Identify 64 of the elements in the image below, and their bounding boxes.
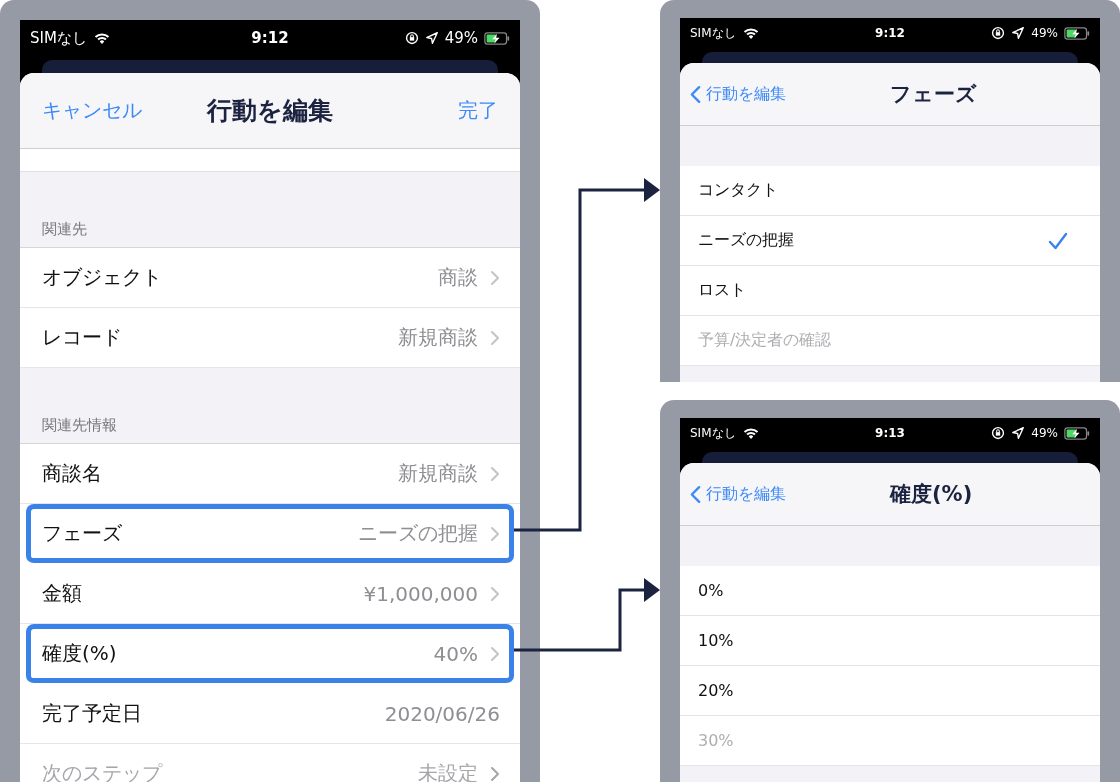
- clock-time: 9:12: [875, 26, 905, 40]
- option-label: コンタクト: [698, 180, 778, 201]
- chevron-left-icon: [690, 484, 701, 504]
- row-value: ニーズの把握: [358, 520, 478, 547]
- battery-percent: 49%: [1031, 426, 1058, 440]
- option-label: ニーズの把握: [698, 230, 794, 251]
- option-label: 30%: [698, 731, 734, 750]
- option-label: 20%: [698, 681, 734, 700]
- clock-time: 9:12: [251, 29, 289, 47]
- location-arrow-icon: [1011, 426, 1026, 440]
- row-label: 確度(%): [42, 640, 117, 667]
- location-arrow-icon: [1011, 26, 1026, 40]
- option-label: 0%: [698, 581, 724, 600]
- row-value: 未設定: [418, 760, 478, 782]
- row-label: 完了予定日: [42, 700, 142, 727]
- carrier-label: SIMなし: [30, 28, 87, 48]
- option-row[interactable]: 0%: [680, 566, 1100, 616]
- clock-time: 9:13: [875, 426, 905, 440]
- nav-title: フェーズ: [890, 81, 977, 108]
- wifi-icon: [741, 26, 760, 40]
- orientation-lock-icon: [404, 31, 419, 45]
- chevron-left-icon: [690, 84, 701, 104]
- section-header: 関連先: [42, 220, 87, 239]
- option-label: 10%: [698, 631, 734, 650]
- row-value: 2020/06/26: [384, 701, 500, 726]
- orientation-lock-icon: [991, 426, 1006, 440]
- location-arrow-icon: [424, 31, 439, 45]
- row-value: 40%: [433, 641, 478, 666]
- row-label: フェーズ: [42, 520, 122, 547]
- section-header: 関連先情報: [42, 416, 117, 435]
- row-label: 金額: [42, 580, 82, 607]
- nav-title: 確度(%): [890, 481, 973, 508]
- carrier-label: SIMなし: [690, 424, 736, 442]
- list-row[interactable]: オブジェクト 商談: [20, 248, 520, 308]
- carrier-label: SIMなし: [690, 24, 736, 42]
- list-row[interactable]: 商談名 新規商談: [20, 444, 520, 504]
- row-label: レコード: [42, 324, 122, 351]
- battery-percent: 49%: [1031, 26, 1058, 40]
- nav-title: 行動を編集: [207, 95, 333, 127]
- highlighted-row[interactable]: 確度(%) 40%: [26, 624, 514, 684]
- row-value: ¥1,000,000: [363, 581, 478, 606]
- battery-charging-icon: [1064, 426, 1090, 440]
- list-row[interactable]: レコード 新規商談: [20, 308, 520, 368]
- wifi-icon: [92, 31, 111, 45]
- row-value: 商談: [438, 264, 478, 291]
- option-label: 予算/決定者の確認: [698, 330, 832, 351]
- list-row[interactable]: 金額 ¥1,000,000: [20, 564, 520, 624]
- list-row[interactable]: 完了予定日 2020/06/26: [20, 684, 520, 744]
- row-value: 新規商談: [398, 460, 478, 487]
- row-value: 新規商談: [398, 324, 478, 351]
- option-row[interactable]: ロスト: [680, 266, 1100, 316]
- battery-percent: 49%: [444, 29, 478, 47]
- option-row[interactable]: コンタクト: [680, 166, 1100, 216]
- option-row[interactable]: 20%: [680, 666, 1100, 716]
- wifi-icon: [741, 426, 760, 440]
- battery-charging-icon: [1064, 26, 1090, 40]
- highlighted-row[interactable]: フェーズ ニーズの把握: [26, 504, 514, 564]
- option-row[interactable]: ニーズの把握: [680, 216, 1100, 266]
- row-label: オブジェクト: [42, 264, 162, 291]
- orientation-lock-icon: [991, 26, 1006, 40]
- option-label: ロスト: [698, 280, 746, 301]
- battery-charging-icon: [484, 31, 510, 45]
- option-row[interactable]: 10%: [680, 616, 1100, 666]
- row-label: 商談名: [42, 460, 102, 487]
